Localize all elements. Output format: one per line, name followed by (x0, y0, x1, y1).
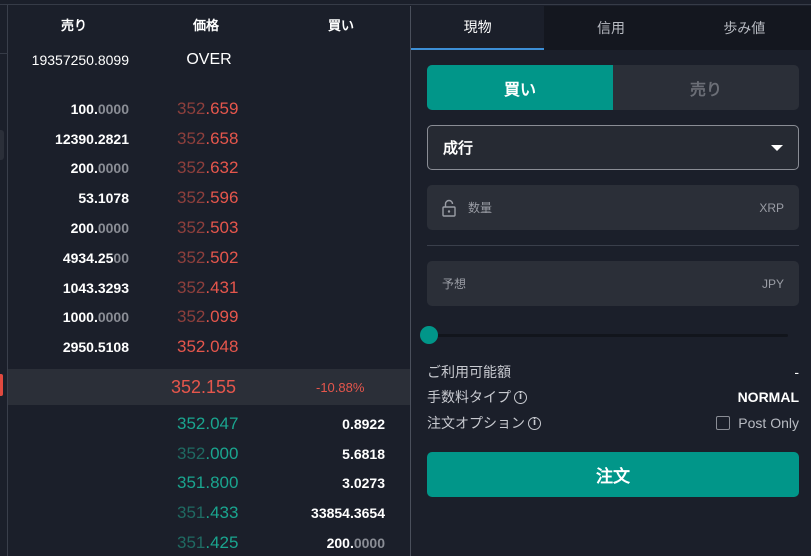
bid-qty: 200.0000 (326, 535, 385, 552)
top-border (0, 0, 811, 5)
bid-price: 352.000 (177, 443, 239, 463)
ask-list: 100.0000 352.659 12390.2821 352.658 200.0000… (8, 94, 410, 362)
post-only-checkbox[interactable] (716, 416, 731, 430)
over-qty: 19357250.8099 (31, 52, 129, 68)
quantity-placeholder: 数量 (468, 201, 493, 215)
submit-order-button[interactable]: 注文 (427, 452, 799, 497)
ask-qty: 200.0000 (70, 220, 129, 237)
price-marker (0, 374, 3, 396)
order-panel: 現物 信用 歩み値 買い 売り 成行 数量 XRP 予想 JPY ご利用可能額 … (410, 6, 811, 556)
estimate-unit: JPY (761, 276, 784, 291)
fee-type-value: NORMAL (737, 389, 799, 405)
post-only-label: Post Only (738, 415, 799, 431)
ask-qty: 4934.2500 (62, 249, 129, 266)
ask-price: 352.502 (177, 247, 239, 267)
ask-row[interactable]: 200.0000 352.632 (8, 154, 410, 184)
quantity-input[interactable]: 数量 XRP (427, 185, 799, 230)
left-edge-strip (0, 5, 8, 556)
bid-qty: 33854.3654 (311, 505, 385, 522)
fee-type-row: 手数料タイプ i NORMAL (427, 385, 799, 409)
ask-price: 352.048 (177, 337, 239, 357)
ask-qty: 53.1078 (78, 190, 129, 207)
tab-margin[interactable]: 信用 (544, 6, 677, 50)
order-book: 売り 価格 買い 19357250.8099 OVER 100.0000 352.… (8, 6, 410, 556)
ask-row[interactable]: 2950.5108 352.048 (8, 332, 410, 362)
bid-row[interactable]: 352.000 5.6818 (8, 439, 410, 469)
ask-price: 352.596 (177, 188, 239, 208)
bid-price: 351.425 (177, 533, 239, 553)
bid-row[interactable]: 352.047 0.8922 (8, 409, 410, 439)
bid-price: 352.047 (177, 413, 239, 433)
order-type-select[interactable]: 成行 (427, 125, 799, 170)
last-price-row: 352.155 -10.88% (8, 369, 410, 405)
header-price: 価格 (192, 17, 219, 33)
panel-tabs: 現物 信用 歩み値 (411, 6, 811, 50)
ask-row[interactable]: 100.0000 352.659 (8, 94, 410, 124)
price-change: -10.88% (316, 379, 365, 395)
slider-track[interactable] (430, 334, 788, 337)
info-icon[interactable]: i (528, 416, 541, 430)
header-buy: 買い (327, 17, 354, 33)
ask-price: 352.099 (177, 307, 239, 327)
ask-qty: 1000.0000 (62, 309, 129, 326)
side-toggle: 買い 売り (427, 65, 799, 110)
ask-price: 352.658 (177, 128, 239, 148)
divider (0, 53, 8, 54)
bid-qty: 5.6818 (342, 445, 385, 462)
sell-button[interactable]: 売り (613, 65, 799, 110)
quantity-unit: XRP (759, 200, 784, 215)
ask-row[interactable]: 12390.2821 352.658 (8, 124, 410, 154)
ask-row[interactable]: 1000.0000 352.099 (8, 303, 410, 333)
ask-qty: 200.0000 (70, 160, 129, 177)
header-sell: 売り (60, 17, 87, 33)
bid-price: 351.800 (177, 473, 239, 493)
available-label: ご利用可能額 (427, 364, 511, 380)
divider (427, 245, 799, 246)
fee-type-label: 手数料タイプ (427, 389, 511, 405)
ask-qty: 100.0000 (70, 100, 129, 117)
slider-thumb[interactable] (420, 326, 438, 344)
amount-slider[interactable] (420, 326, 792, 344)
bid-row[interactable]: 351.800 3.0273 (8, 469, 410, 499)
ask-price: 352.659 (177, 98, 239, 118)
ask-price: 352.503 (177, 218, 239, 238)
buy-button[interactable]: 買い (427, 65, 613, 110)
bid-qty: 3.0273 (342, 475, 385, 492)
order-option-row: 注文オプション i Post Only (427, 411, 799, 435)
ask-qty: 2950.5108 (62, 339, 129, 356)
last-price: 352.155 (171, 376, 237, 397)
bid-qty: 0.8922 (342, 415, 385, 432)
tab-spot[interactable]: 現物 (411, 6, 545, 50)
bid-row[interactable]: 351.425 200.0000 (8, 528, 410, 556)
ask-row[interactable]: 4934.2500 352.502 (8, 243, 410, 273)
estimate-input[interactable]: 予想 JPY (427, 261, 799, 306)
post-only-toggle[interactable]: Post Only (716, 415, 799, 431)
scroll-handle[interactable] (0, 130, 4, 160)
unlock-icon (442, 199, 456, 217)
caret-down-icon (771, 144, 783, 151)
ask-price: 352.431 (177, 277, 239, 297)
order-option-label: 注文オプション (427, 415, 525, 431)
ask-row[interactable]: 53.1078 352.596 (8, 183, 410, 213)
ask-price: 352.632 (177, 158, 239, 178)
estimate-placeholder: 予想 (442, 277, 467, 291)
order-book-header: 売り 価格 買い (8, 6, 410, 42)
order-type-value: 成行 (443, 140, 474, 157)
tab-trades[interactable]: 歩み値 (678, 6, 811, 50)
ask-qty: 12390.2821 (55, 130, 129, 147)
available-amount-row: ご利用可能額 - (427, 360, 799, 384)
over-row: 19357250.8099 OVER (8, 42, 410, 78)
bid-row[interactable]: 351.433 33854.3654 (8, 498, 410, 528)
ask-row[interactable]: 200.0000 352.503 (8, 213, 410, 243)
available-value: - (794, 364, 799, 380)
ask-qty: 1043.3293 (62, 279, 129, 296)
over-label: OVER (186, 51, 232, 68)
info-icon[interactable]: i (514, 390, 527, 404)
bid-price: 351.433 (177, 503, 239, 523)
ask-row[interactable]: 1043.3293 352.431 (8, 273, 410, 303)
bid-list: 352.047 0.8922 352.000 5.6818 351.800 3.0273 3… (8, 409, 410, 556)
